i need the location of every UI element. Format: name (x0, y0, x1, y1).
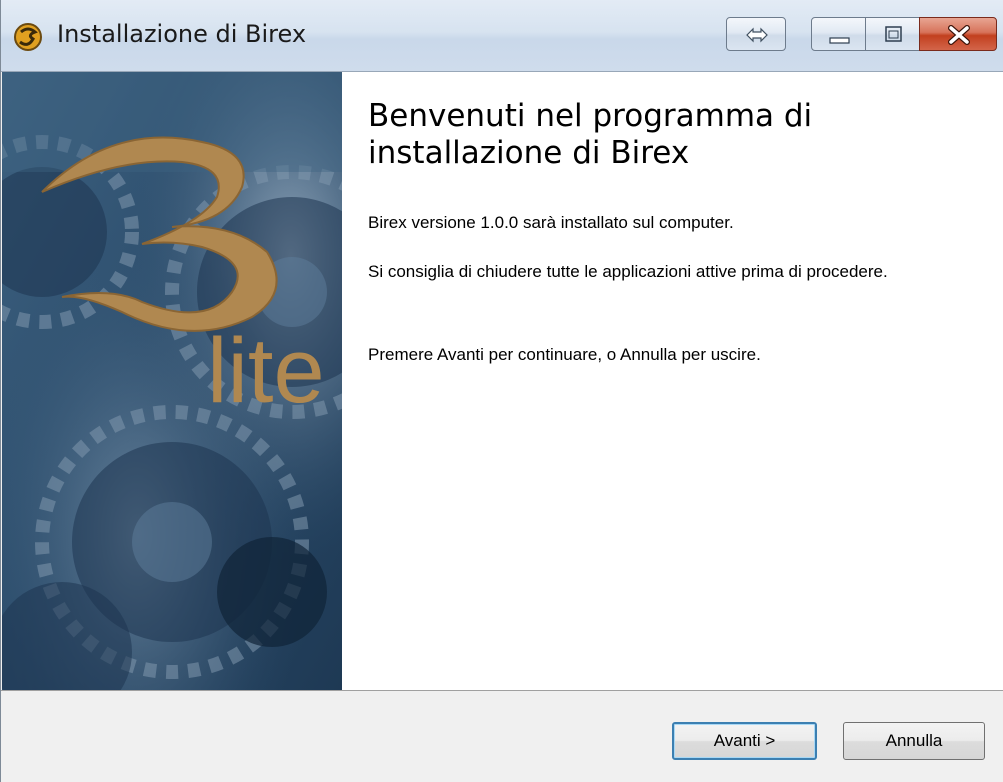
maximize-icon (885, 26, 902, 42)
cancel-button[interactable]: Annulla (843, 722, 985, 760)
version-text: Birex versione 1.0.0 sarà installato sul… (368, 213, 734, 232)
minimize-icon (829, 37, 850, 44)
close-apps-text: Si consiglia di chiudere tutte le applic… (368, 262, 888, 281)
double-arrow-icon (746, 27, 768, 43)
welcome-heading: Benvenuti nel programma di installazione… (368, 98, 813, 171)
logo-word: lite (207, 320, 325, 422)
installer-window: Installazione di Birex lite Benvenuti ne… (0, 0, 1003, 782)
swap-button[interactable] (726, 17, 786, 51)
button-bar: Avanti > Annulla (1, 690, 1003, 782)
maximize-button[interactable] (865, 17, 920, 51)
welcome-panel: Benvenuti nel programma di installazione… (342, 72, 1003, 690)
minimize-button[interactable] (811, 17, 866, 51)
birex-app-icon (14, 23, 42, 51)
next-button[interactable]: Avanti > (672, 722, 817, 760)
instructions-text: Premere Avanti per continuare, o Annulla… (368, 345, 761, 364)
installer-banner: lite (2, 72, 342, 690)
close-icon (948, 25, 970, 45)
title-bar[interactable]: Installazione di Birex (1, 0, 1003, 72)
close-button[interactable] (919, 17, 997, 51)
banner-artwork: lite (2, 72, 342, 690)
window-title: Installazione di Birex (57, 20, 307, 48)
